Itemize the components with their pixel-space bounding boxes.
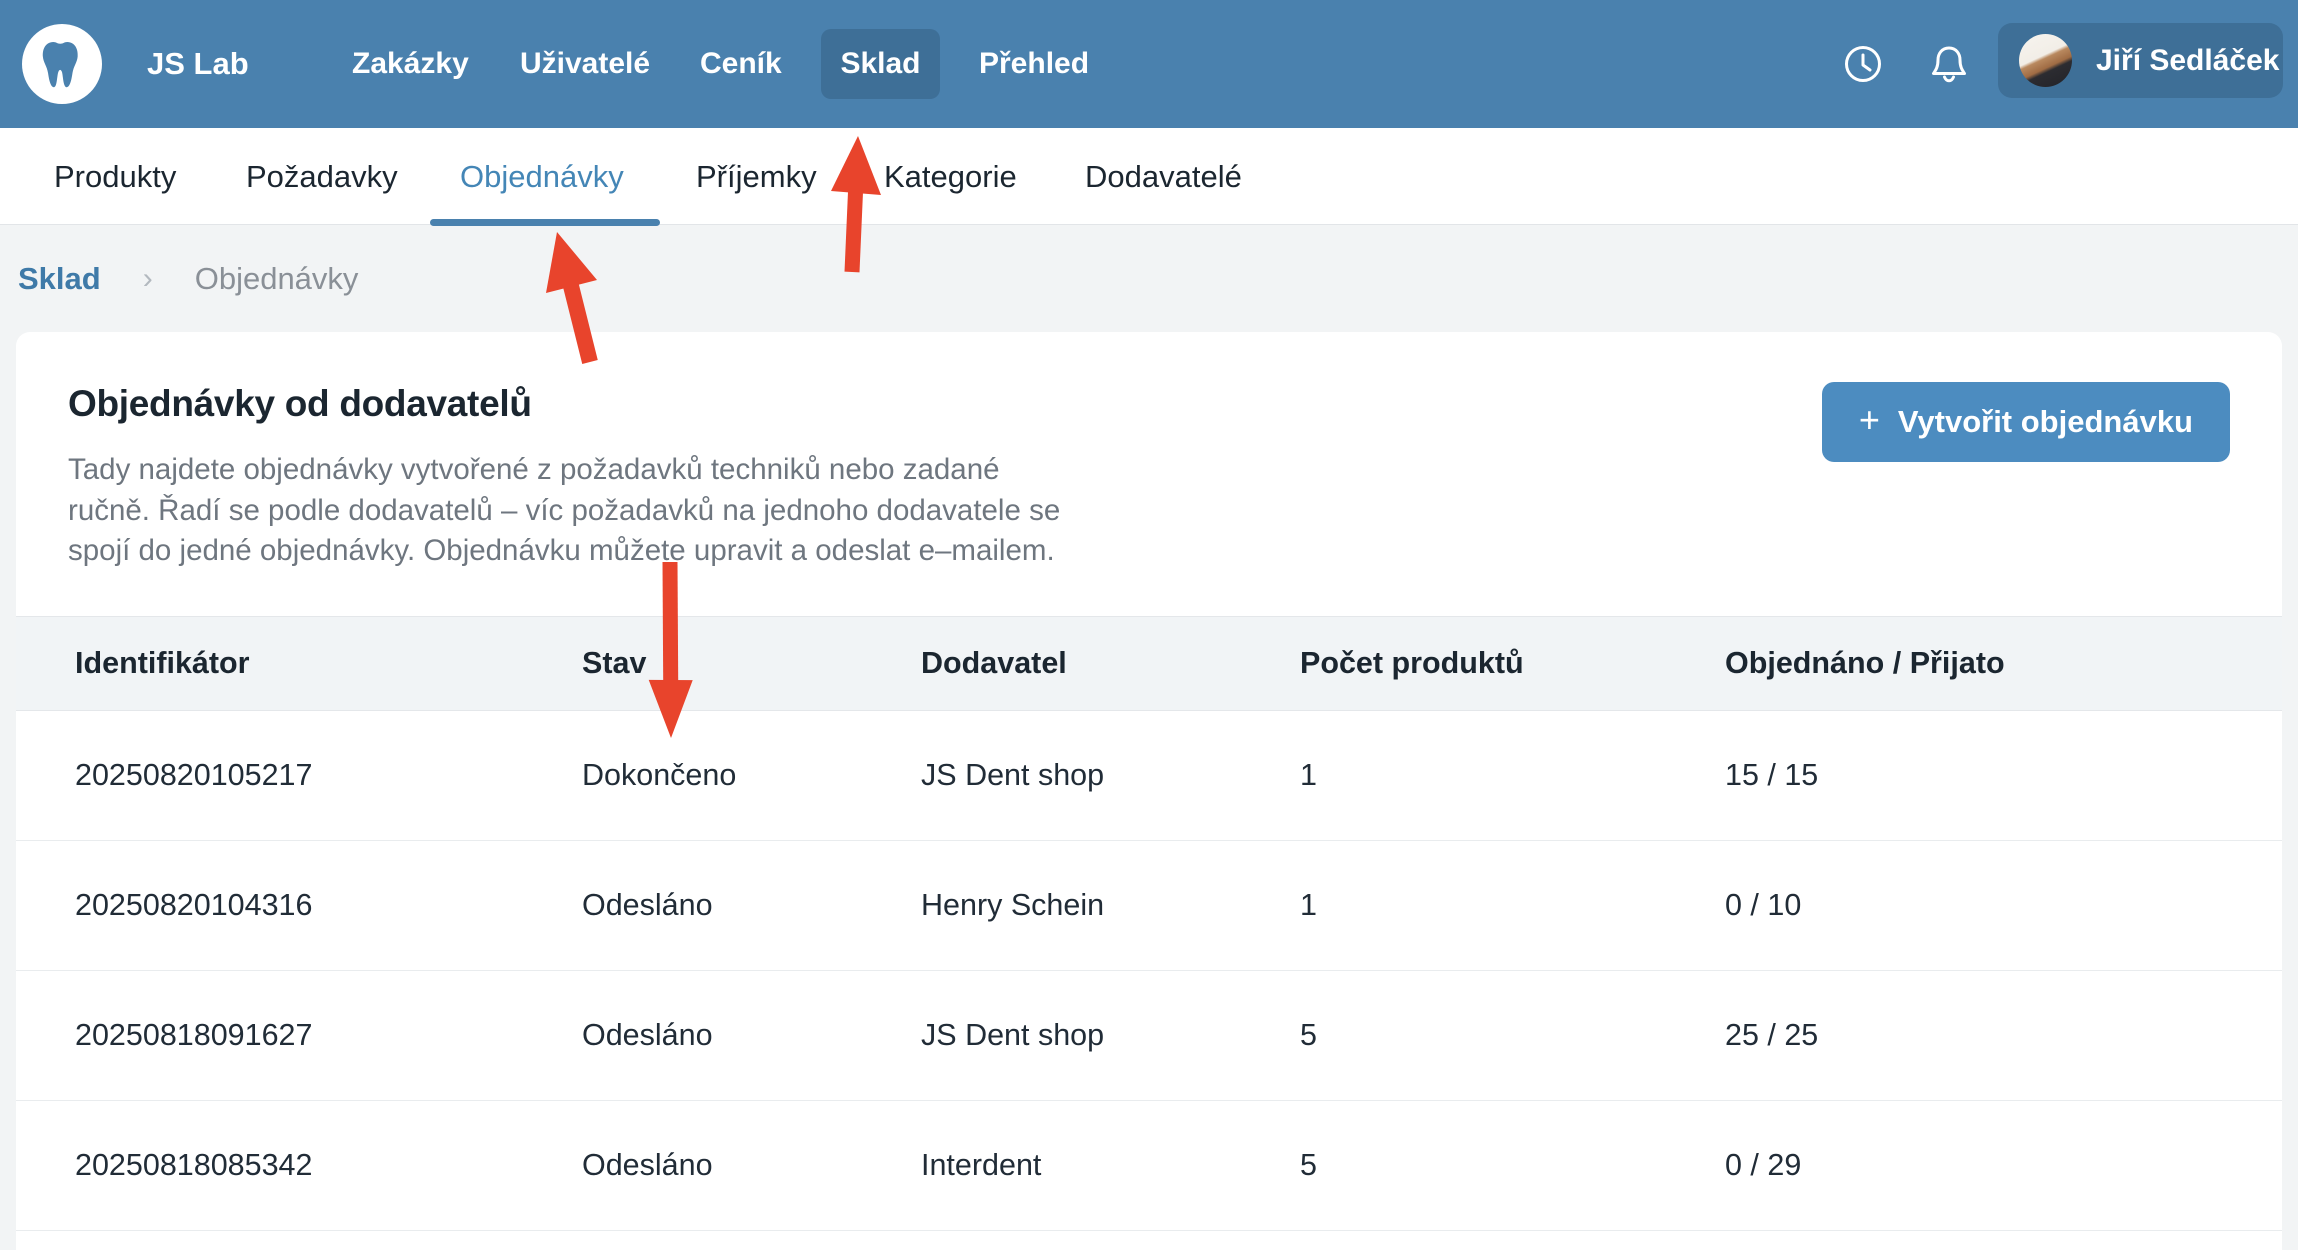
cell-ordered-received: 25 / 25	[1725, 1018, 2282, 1053]
breadcrumb-chevron-icon: ›	[143, 262, 153, 296]
sklad-subnav: Produkty Požadavky Objednávky Příjemky K…	[0, 128, 2298, 225]
clock-icon	[1843, 44, 1883, 84]
notifications-button[interactable]	[1928, 0, 1970, 128]
bell-icon	[1928, 43, 1970, 85]
cell-status: Dokončeno	[582, 758, 921, 793]
tab-pozadavky[interactable]: Požadavky	[246, 128, 398, 225]
avatar	[2019, 34, 2072, 87]
breadcrumb-current: Objednávky	[195, 261, 359, 297]
cell-supplier: JS Dent shop	[921, 1018, 1300, 1053]
app-logo[interactable]	[22, 24, 102, 104]
table-row[interactable]: 20250818091627 Odesláno JS Dent shop 5 2…	[16, 971, 2282, 1101]
tooth-icon	[33, 35, 91, 93]
orders-card: Objednávky od dodavatelů Tady najdete ob…	[16, 332, 2282, 1250]
cell-ordered-received: 15 / 15	[1725, 758, 2282, 793]
column-header-stav: Stav	[582, 646, 921, 681]
user-menu[interactable]: Jiří Sedláček	[1998, 23, 2283, 98]
tab-dodavatele[interactable]: Dodavatelé	[1085, 128, 1242, 225]
table-row[interactable]: 20250818085342 Odesláno Interdent 5 0 / …	[16, 1101, 2282, 1231]
topnav-item-zakazky[interactable]: Zakázky	[352, 0, 469, 128]
description-line: spojí do jedné objednávky. Objednávku mů…	[68, 531, 2230, 572]
column-header-pocet-produktu: Počet produktů	[1300, 646, 1725, 681]
column-header-dodavatel: Dodavatel	[921, 646, 1300, 681]
cell-identifier: 20250820105217	[75, 758, 582, 793]
cell-identifier: 20250818091627	[75, 1018, 582, 1053]
plus-icon: +	[1859, 399, 1880, 441]
cell-supplier: JS Dent shop	[921, 758, 1300, 793]
create-order-button-label: Vytvořit objednávku	[1898, 404, 2193, 440]
cell-product-count: 5	[1300, 1018, 1725, 1053]
tab-prijemky[interactable]: Příjemky	[696, 128, 817, 225]
cell-product-count: 5	[1300, 1148, 1725, 1183]
table-row[interactable]: 20250820104316 Odesláno Henry Schein 1 0…	[16, 841, 2282, 971]
table-row-partial	[16, 1231, 2282, 1250]
cell-status: Odesláno	[582, 1018, 921, 1053]
topnav-item-sklad-active[interactable]: Sklad	[821, 29, 940, 99]
tab-kategorie[interactable]: Kategorie	[884, 128, 1017, 225]
breadcrumb-link-sklad[interactable]: Sklad	[18, 261, 101, 297]
topnav-item-prehled[interactable]: Přehled	[979, 0, 1089, 128]
cell-identifier: 20250820104316	[75, 888, 582, 923]
page-description: Tady najdete objednávky vytvořené z poža…	[68, 450, 2230, 572]
column-header-objednano-prijato: Objednáno / Přijato	[1725, 646, 2282, 681]
top-navbar: JS Lab Zakázky Uživatelé Ceník Sklad Pře…	[0, 0, 2298, 128]
table-row[interactable]: 20250820105217 Dokončeno JS Dent shop 1 …	[16, 711, 2282, 841]
user-name: Jiří Sedláček	[2096, 44, 2279, 78]
column-header-identifikator: Identifikátor	[75, 646, 582, 681]
orders-table: Identifikátor Stav Dodavatel Počet produ…	[16, 616, 2282, 1250]
cell-status: Odesláno	[582, 1148, 921, 1183]
cell-status: Odesláno	[582, 888, 921, 923]
cell-ordered-received: 0 / 29	[1725, 1148, 2282, 1183]
cell-product-count: 1	[1300, 758, 1725, 793]
cell-identifier: 20250818085342	[75, 1148, 582, 1183]
description-line: ručně. Řadí se podle dodavatelů – víc po…	[68, 491, 2230, 532]
cell-supplier: Interdent	[921, 1148, 1300, 1183]
topnav-item-uzivatele[interactable]: Uživatelé	[520, 0, 650, 128]
brand-name[interactable]: JS Lab	[147, 0, 249, 128]
topnav-item-cenik[interactable]: Ceník	[700, 0, 782, 128]
create-order-button[interactable]: + Vytvořit objednávku	[1822, 382, 2230, 462]
cell-product-count: 1	[1300, 888, 1725, 923]
tab-produkty[interactable]: Produkty	[54, 128, 176, 225]
cell-supplier: Henry Schein	[921, 888, 1300, 923]
tab-objednavky-active[interactable]: Objednávky	[460, 128, 624, 225]
cell-ordered-received: 0 / 10	[1725, 888, 2282, 923]
history-clock-button[interactable]	[1843, 0, 1883, 128]
active-tab-underline	[430, 219, 660, 226]
breadcrumb: Sklad › Objednávky	[0, 225, 2298, 332]
table-header-row: Identifikátor Stav Dodavatel Počet produ…	[16, 616, 2282, 711]
